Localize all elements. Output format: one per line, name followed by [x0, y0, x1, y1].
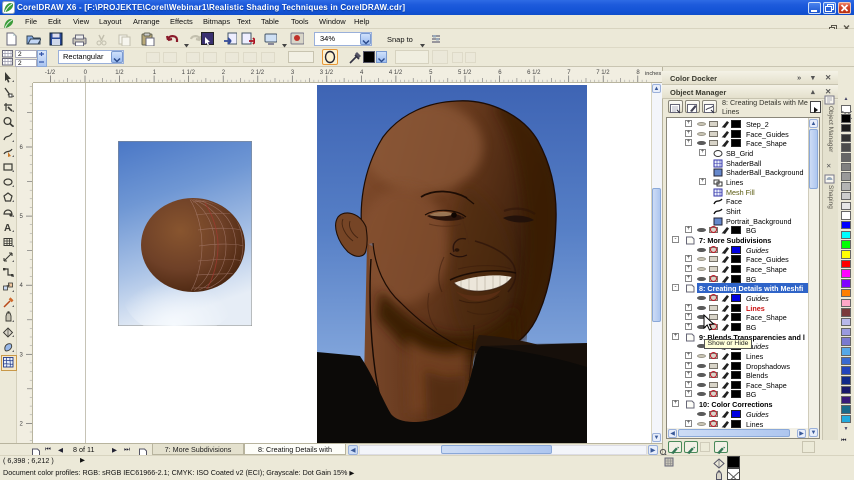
svg-text:6 1/2: 6 1/2: [527, 70, 541, 76]
svg-text:A: A: [4, 223, 11, 234]
svg-text:3 1/2: 3 1/2: [320, 70, 334, 76]
svg-text:1 1/2: 1 1/2: [182, 70, 196, 76]
svg-text:2 1/2: 2 1/2: [251, 70, 265, 76]
svg-text:4 1/2: 4 1/2: [389, 70, 403, 76]
svg-text:1/2: 1/2: [115, 70, 124, 76]
svg-text:7 1/2: 7 1/2: [596, 70, 610, 76]
svg-text:-1/2: -1/2: [45, 70, 56, 76]
svg-text:5 1/2: 5 1/2: [458, 70, 472, 76]
svg-text:inches: inches: [645, 71, 661, 77]
